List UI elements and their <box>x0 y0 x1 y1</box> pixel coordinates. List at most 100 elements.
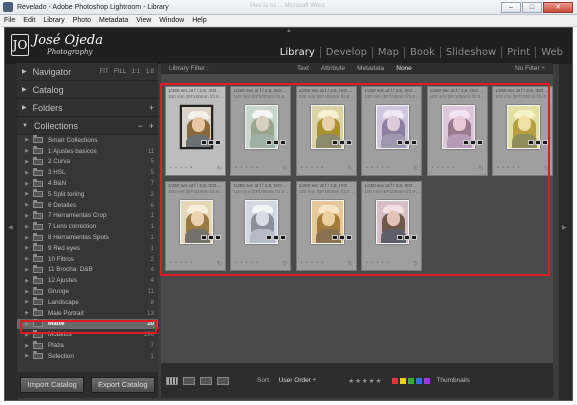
thumbnail-rating[interactable]: • • • • • <box>366 260 389 266</box>
collections-header[interactable]: ▼ Collections − + <box>17 117 158 135</box>
collection-item[interactable]: ▶ Selection 1 <box>17 351 158 362</box>
thumbnail-rating[interactable]: • • • • • <box>235 165 258 171</box>
minimize-button[interactable]: – <box>501 2 521 13</box>
crop-badge-icon[interactable] <box>469 140 476 145</box>
collection-item[interactable]: ▶ Modelos 196 <box>17 329 158 340</box>
thumbnail-rating[interactable]: • • • • • <box>301 260 324 266</box>
zoom-1-1[interactable]: 1:1 <box>132 69 140 75</box>
filter-preset-select[interactable]: No Filter ÷ <box>515 65 545 72</box>
collection-item[interactable]: ▶ 4 B&N 7 <box>17 178 158 189</box>
module-map[interactable]: Map <box>371 47 404 58</box>
module-slideshow[interactable]: Slideshow <box>439 47 501 58</box>
module-develop[interactable]: Develop <box>319 47 372 58</box>
rotate-icon[interactable]: ↻ <box>348 165 353 172</box>
thumbnail-rating[interactable]: • • • • • <box>432 165 455 171</box>
menu-photo[interactable]: Photo <box>69 17 95 24</box>
color-label-swatch[interactable] <box>392 377 399 384</box>
color-label-swatch[interactable] <box>416 377 423 384</box>
rotate-icon[interactable]: ↻ <box>282 165 287 172</box>
module-web[interactable]: Web <box>535 47 568 58</box>
develop-badge-icon[interactable] <box>542 140 548 145</box>
collection-badge-icon[interactable] <box>201 140 207 145</box>
crop-badge-icon[interactable] <box>404 235 411 240</box>
crop-badge-icon[interactable] <box>208 235 214 240</box>
grid-view-icon[interactable] <box>166 376 178 385</box>
module-library[interactable]: Library <box>275 47 320 58</box>
thumbnail-rating[interactable]: • • • • • <box>170 260 193 266</box>
collection-item[interactable]: ▶ 7 Lens correction 1 <box>17 221 158 232</box>
collection-item[interactable]: ▶ Male Portrait 13 <box>17 308 158 319</box>
menu-edit[interactable]: Edit <box>19 17 39 24</box>
survey-view-icon[interactable] <box>217 376 229 385</box>
close-button[interactable]: ✕ <box>543 2 573 13</box>
collection-badge-icon[interactable] <box>462 140 469 145</box>
develop-badge-icon[interactable] <box>280 235 287 240</box>
thumbnail-cell[interactable]: 1/250 sec at f / 2,8, ISO ... 100 mm (EF1… <box>426 86 488 176</box>
develop-badge-icon[interactable] <box>215 235 221 240</box>
collection-item[interactable]: ▶ 3 HSL 5 <box>17 167 158 178</box>
collection-item[interactable]: ▶ 10 Filtros 2 <box>17 254 158 265</box>
zoom-fit[interactable]: FIT <box>100 69 109 75</box>
collection-item[interactable]: ▶ Grunge 11 <box>17 286 158 297</box>
menu-window[interactable]: Window <box>155 17 188 24</box>
collection-badge-icon[interactable] <box>397 140 404 145</box>
catalog-header[interactable]: ▶ Catalog <box>17 81 158 99</box>
develop-badge-icon[interactable] <box>411 140 418 145</box>
collection-item[interactable]: ▶ 12 Ajustes 4 <box>17 275 158 286</box>
collection-item[interactable]: ▶ 11 Brocha: D&B 4 <box>17 264 158 276</box>
module-print[interactable]: Print <box>501 47 535 58</box>
thumbnail-cell[interactable]: 1/250 sec at f / 2,8, ISO ... 100 mm (EF1… <box>492 86 553 176</box>
collection-item[interactable]: ▶ Plaza 7 <box>17 340 158 351</box>
zoom-1-8[interactable]: 1:8 <box>146 69 154 75</box>
compare-view-icon[interactable] <box>200 376 212 385</box>
menu-metadata[interactable]: Metadata <box>95 17 132 24</box>
right-panel-toggle[interactable]: ▶ <box>559 64 572 400</box>
collection-item[interactable]: ▶ Smart Collections <box>17 135 158 146</box>
crop-badge-icon[interactable] <box>208 140 214 145</box>
collection-badge-icon[interactable] <box>397 235 404 240</box>
rotate-icon[interactable]: ↻ <box>413 165 418 172</box>
maximize-button[interactable]: □ <box>522 2 542 13</box>
remove-collection-button[interactable]: − <box>138 121 143 131</box>
crop-badge-icon[interactable] <box>404 140 411 145</box>
thumbnail-size-slider[interactable]: Thumbnails <box>436 377 470 384</box>
thumbnail-rating[interactable]: • • • • • <box>170 165 193 171</box>
filter-text[interactable]: Text <box>297 65 309 72</box>
folders-header[interactable]: ▶ Folders + <box>17 99 158 117</box>
loupe-view-icon[interactable] <box>183 376 195 385</box>
collection-badge-icon[interactable] <box>331 235 338 240</box>
thumbnail-cell[interactable]: 1/250 sec at f / 2,8, ISO ... 100 mm (EF1… <box>295 181 357 271</box>
collection-item[interactable]: ▶ Matte 10 <box>17 318 158 330</box>
collection-badge-icon[interactable] <box>201 235 207 240</box>
filter-metadata[interactable]: Metadata <box>357 65 384 72</box>
thumbnail-rating[interactable]: • • • • • <box>366 165 389 171</box>
color-label-swatch[interactable] <box>424 377 431 384</box>
develop-badge-icon[interactable] <box>215 140 221 145</box>
menu-file[interactable]: File <box>0 17 19 24</box>
menu-library[interactable]: Library <box>39 17 68 24</box>
menu-help[interactable]: Help <box>188 17 210 24</box>
menu-view[interactable]: View <box>132 17 155 24</box>
collection-item[interactable]: ▶ 2 Curva 5 <box>17 156 158 168</box>
filter-none[interactable]: None <box>396 65 412 72</box>
collection-item[interactable]: ▶ 5 Split toning 2 <box>17 189 158 200</box>
navigator-header[interactable]: ▶ Navigator FIT FILL 1:1 1:8 <box>17 63 158 81</box>
thumbnail-rating[interactable]: • • • • • <box>235 260 258 266</box>
collection-item[interactable]: ▶ 9 Red eyes 1 <box>17 243 158 254</box>
zoom-fill[interactable]: FILL <box>114 69 126 75</box>
add-folder-button[interactable]: + <box>149 103 154 113</box>
develop-badge-icon[interactable] <box>476 140 483 145</box>
filter-attribute[interactable]: Attribute <box>321 65 345 72</box>
rotate-icon[interactable]: ↻ <box>348 260 353 267</box>
rotate-icon[interactable]: ↻ <box>282 260 287 267</box>
sort-order-select[interactable]: User Order ÷ <box>279 377 317 384</box>
develop-badge-icon[interactable] <box>280 140 287 145</box>
rating-stars[interactable]: ★★★★★ <box>348 377 382 385</box>
collection-item[interactable]: ▶ Landscape 8 <box>17 297 158 308</box>
color-label-swatch[interactable] <box>408 377 415 384</box>
thumbnail-rating[interactable]: • • • • • <box>301 165 324 171</box>
develop-badge-icon[interactable] <box>345 140 352 145</box>
import-catalog-button[interactable]: Import Catalog <box>20 377 85 393</box>
top-panel-toggle-icon[interactable]: ▲ <box>286 28 292 34</box>
collection-badge-icon[interactable] <box>331 140 338 145</box>
